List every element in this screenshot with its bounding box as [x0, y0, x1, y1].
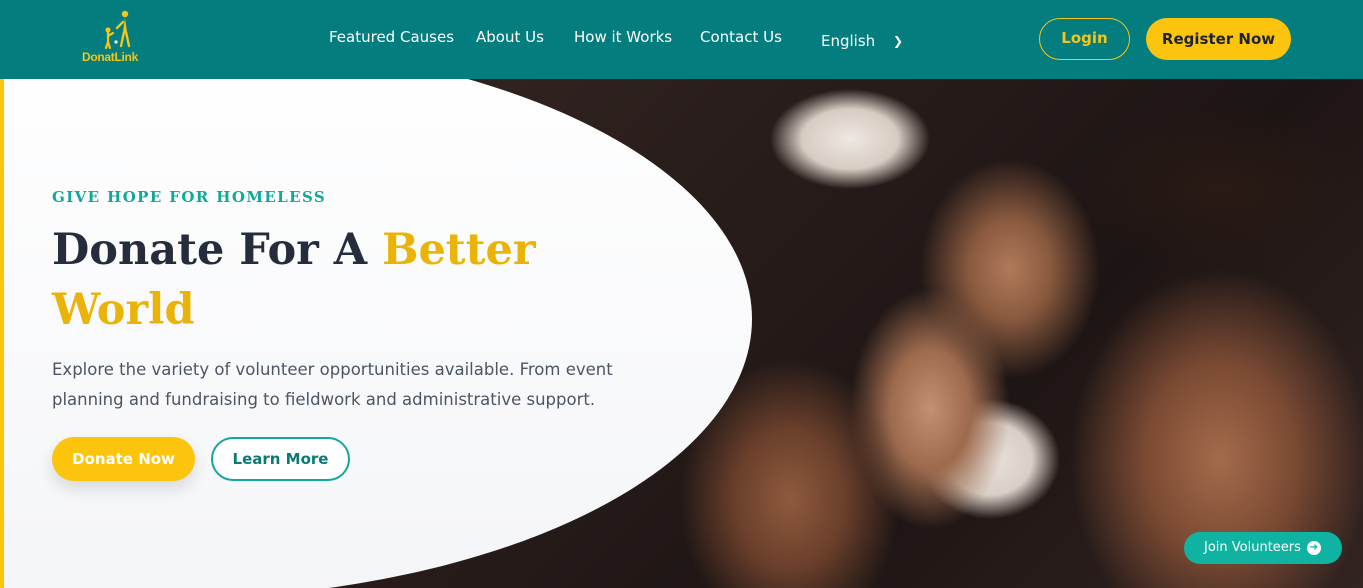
join-volunteers-button[interactable]: Join Volunteers ➜ [1184, 532, 1342, 564]
arrow-right-circle-icon: ➜ [1307, 541, 1321, 555]
nav-about-us[interactable]: About Us [476, 26, 544, 48]
nav-contact-us[interactable]: Contact Us [700, 26, 782, 48]
language-select[interactable]: English ❯ [821, 29, 911, 53]
hero-tagline: GIVE HOPE FOR HOMELESS [52, 188, 327, 206]
hero-accent-bar [0, 79, 4, 588]
learn-more-button[interactable]: Learn More [211, 437, 350, 481]
chevron-down-icon: ❯ [893, 34, 904, 48]
site-logo[interactable]: DonatLink [80, 10, 154, 66]
nav-how-it-works[interactable]: How it Works [574, 26, 672, 48]
donatlink-logo-icon [104, 10, 131, 50]
login-button[interactable]: Login [1039, 18, 1130, 60]
language-value: English [821, 32, 876, 50]
register-button[interactable]: Register Now [1146, 18, 1291, 60]
nav-featured-causes[interactable]: Featured Causes [329, 26, 454, 48]
hero-description: Explore the variety of volunteer opportu… [52, 360, 613, 409]
navbar: DonatLink Featured Causes About Us How i… [0, 0, 1363, 79]
hero-title: Donate For A Better World [52, 220, 612, 340]
donate-now-button[interactable]: Donate Now [52, 437, 195, 481]
hero-title-main: Donate For A [52, 225, 383, 275]
hero-section: GIVE HOPE FOR HOMELESS Donate For A Bett… [0, 79, 1363, 588]
join-volunteers-label: Join Volunteers [1204, 540, 1301, 555]
logo-text: DonatLink [82, 50, 138, 64]
